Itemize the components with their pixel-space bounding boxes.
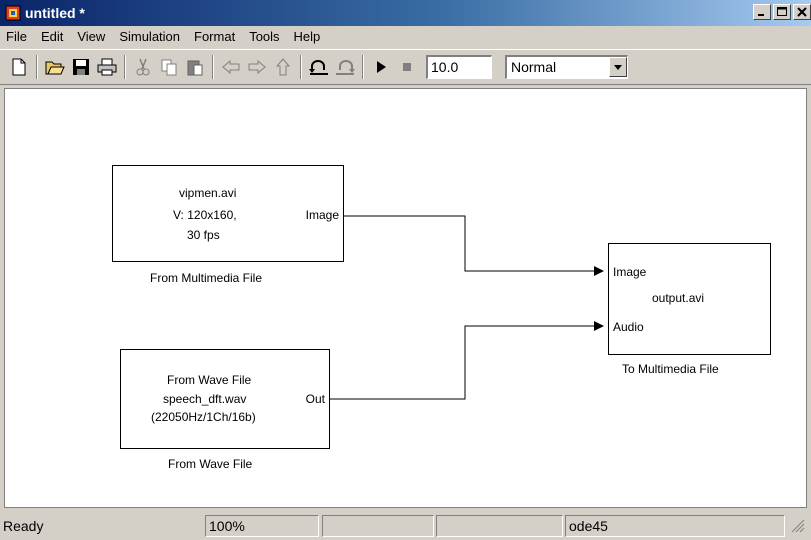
menu-help[interactable]: Help bbox=[287, 26, 328, 48]
new-button[interactable] bbox=[6, 54, 32, 80]
status-cell-empty-1 bbox=[322, 514, 434, 537]
stop-simulation-button[interactable] bbox=[394, 54, 420, 80]
toolbar-separator bbox=[300, 55, 302, 79]
forward-icon bbox=[248, 59, 266, 75]
from-wave-file-block[interactable]: From Wave File speech_dft.wav (22050Hz/1… bbox=[120, 349, 330, 449]
maximize-button[interactable] bbox=[773, 4, 791, 20]
simulink-window: untitled * File Edit View Simulation For… bbox=[0, 0, 811, 540]
window-title: untitled * bbox=[25, 5, 85, 21]
to-multimedia-file-block[interactable]: Image output.avi Audio bbox=[608, 243, 771, 355]
simulink-app-icon bbox=[5, 5, 21, 21]
block-caption[interactable]: From Wave File bbox=[168, 457, 252, 471]
resize-grip-icon[interactable] bbox=[789, 517, 807, 535]
signal-line-audio bbox=[330, 325, 601, 400]
paste-icon bbox=[187, 60, 203, 76]
back-icon bbox=[222, 59, 240, 75]
redo-icon bbox=[336, 60, 355, 75]
copy-icon bbox=[161, 59, 177, 76]
redo-button[interactable] bbox=[332, 54, 358, 80]
window-controls bbox=[753, 4, 811, 20]
toolbar: 10.0 Normal bbox=[0, 49, 811, 85]
arrowhead-image bbox=[594, 266, 604, 276]
status-text: Ready bbox=[3, 517, 44, 534]
save-icon bbox=[73, 59, 89, 75]
up-icon bbox=[275, 58, 291, 76]
simulation-mode-value: Normal bbox=[511, 59, 557, 75]
block-caption[interactable]: From Multimedia File bbox=[150, 271, 262, 285]
close-button[interactable] bbox=[793, 4, 811, 20]
model-canvas[interactable]: vipmen.avi V: 120x160, 30 fps Image From… bbox=[4, 88, 807, 508]
menu-tools[interactable]: Tools bbox=[242, 26, 286, 48]
start-simulation-button[interactable] bbox=[368, 54, 394, 80]
block-caption[interactable]: To Multimedia File bbox=[622, 362, 719, 376]
up-button[interactable] bbox=[270, 54, 296, 80]
new-icon bbox=[12, 58, 26, 76]
block-video-info: V: 120x160, bbox=[173, 208, 237, 222]
menu-file[interactable]: File bbox=[0, 26, 34, 48]
play-icon bbox=[377, 61, 386, 73]
stop-time-input[interactable]: 10.0 bbox=[426, 55, 492, 79]
toolbar-separator bbox=[124, 55, 126, 79]
toolbar-separator bbox=[362, 55, 364, 79]
arrowhead-audio bbox=[594, 321, 604, 331]
copy-button[interactable] bbox=[156, 54, 182, 80]
open-button[interactable] bbox=[42, 54, 68, 80]
toolbar-separator bbox=[36, 55, 38, 79]
block-filename: speech_dft.wav bbox=[163, 392, 247, 406]
back-button[interactable] bbox=[218, 54, 244, 80]
chevron-down-icon bbox=[614, 64, 622, 70]
status-cell-empty-2 bbox=[436, 514, 563, 537]
cut-button[interactable] bbox=[130, 54, 156, 80]
minimize-icon bbox=[758, 14, 764, 16]
block-filename: output.avi bbox=[652, 291, 705, 305]
title-bar[interactable]: untitled * bbox=[0, 0, 811, 26]
output-port-label: Out bbox=[305, 392, 325, 406]
from-multimedia-file-block[interactable]: vipmen.avi V: 120x160, 30 fps Image bbox=[112, 165, 344, 262]
undo-button[interactable] bbox=[306, 54, 332, 80]
toolbar-separator bbox=[212, 55, 214, 79]
status-bar: Ready 100% ode45 bbox=[0, 511, 811, 540]
output-port-label: Image bbox=[305, 208, 339, 222]
input-port-label-image: Image bbox=[613, 265, 647, 279]
simulation-mode-select[interactable]: Normal bbox=[505, 55, 628, 79]
paste-button[interactable] bbox=[182, 54, 208, 80]
forward-button[interactable] bbox=[244, 54, 270, 80]
block-title: From Wave File bbox=[167, 373, 252, 387]
signal-line-image bbox=[344, 215, 601, 272]
undo-icon bbox=[309, 60, 328, 75]
menu-view[interactable]: View bbox=[70, 26, 112, 48]
dropdown-button[interactable] bbox=[609, 57, 627, 77]
open-icon bbox=[45, 61, 65, 75]
block-framerate: 30 fps bbox=[187, 228, 220, 242]
stop-icon bbox=[403, 63, 411, 71]
input-port-label-audio: Audio bbox=[613, 320, 644, 334]
menu-bar: File Edit View Simulation Format Tools H… bbox=[0, 26, 811, 48]
block-format-info: (22050Hz/1Ch/16b) bbox=[151, 410, 256, 424]
minimize-button[interactable] bbox=[753, 4, 771, 20]
solver-name: ode45 bbox=[565, 514, 785, 537]
block-filename: vipmen.avi bbox=[179, 186, 237, 200]
print-icon bbox=[97, 58, 117, 76]
save-button[interactable] bbox=[68, 54, 94, 80]
close-icon bbox=[797, 7, 807, 17]
menu-edit[interactable]: Edit bbox=[34, 26, 70, 48]
maximize-icon bbox=[777, 7, 787, 16]
menu-format[interactable]: Format bbox=[187, 26, 242, 48]
cut-icon bbox=[136, 58, 150, 76]
menu-simulation[interactable]: Simulation bbox=[112, 26, 187, 48]
print-button[interactable] bbox=[94, 54, 120, 80]
zoom-level: 100% bbox=[205, 514, 319, 537]
